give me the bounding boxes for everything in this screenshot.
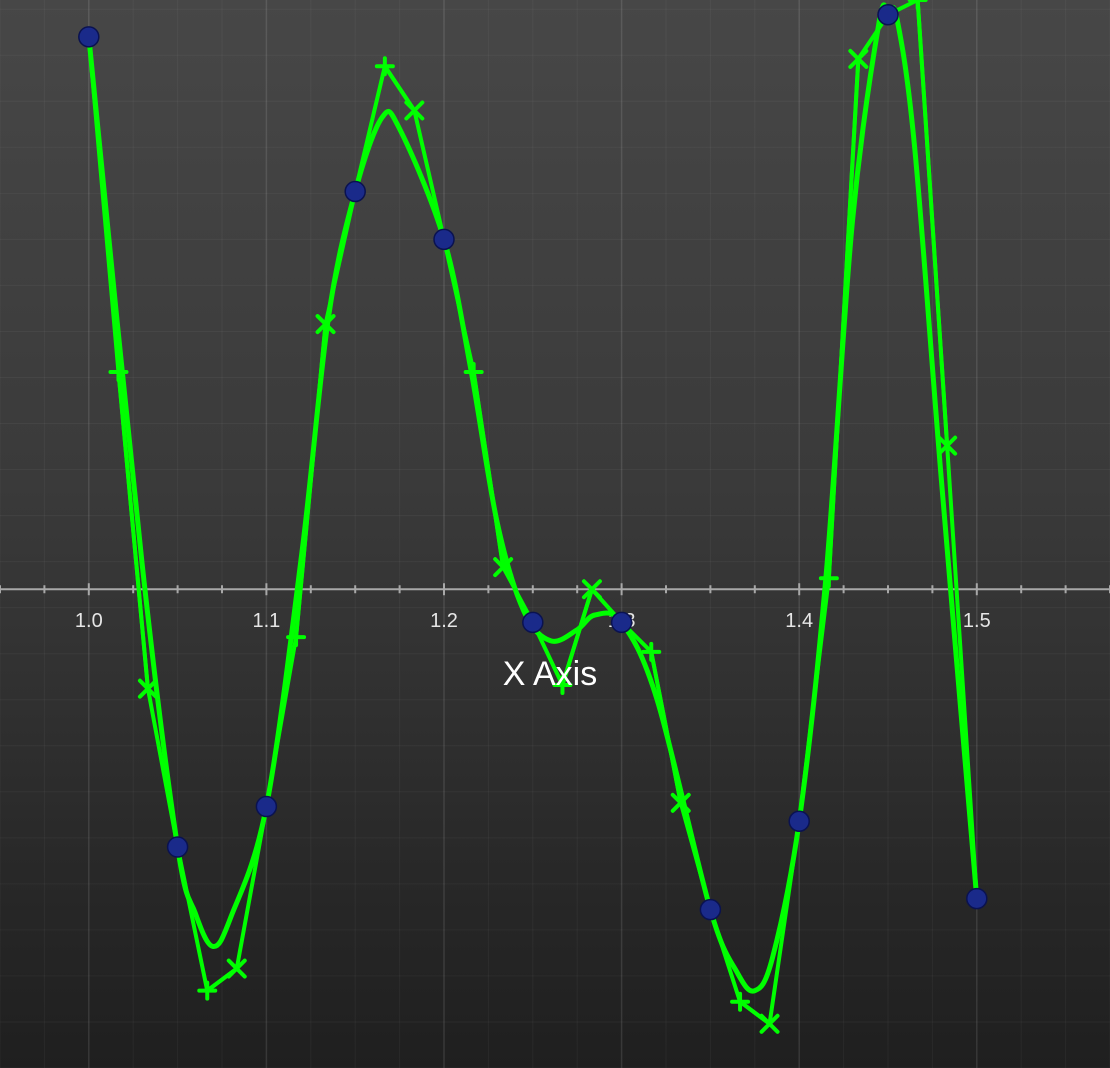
data-point	[877, 3, 899, 26]
data-point	[166, 836, 189, 858]
chart-canvas: 1.01.11.21.31.41.5 X Axis	[0, 0, 1110, 1068]
data-point	[966, 887, 988, 910]
x-tick-label: 1.4	[785, 610, 813, 632]
data-point	[788, 810, 810, 833]
data-point	[522, 611, 544, 634]
data-point	[344, 180, 366, 203]
plot-area: 1.01.11.21.31.41.5 X Axis	[0, 0, 1110, 1068]
x-axis-title: X Axis	[503, 655, 597, 693]
data-point	[699, 898, 722, 921]
data-point	[78, 26, 100, 48]
x-tick-label: 1.2	[430, 610, 458, 632]
x-tick-label: 1.5	[963, 610, 991, 632]
x-tick-label: 1.1	[252, 610, 280, 632]
data-point	[433, 228, 455, 251]
x-tick-label: 1.0	[75, 610, 103, 632]
data-point	[255, 795, 278, 818]
data-point	[610, 611, 633, 634]
